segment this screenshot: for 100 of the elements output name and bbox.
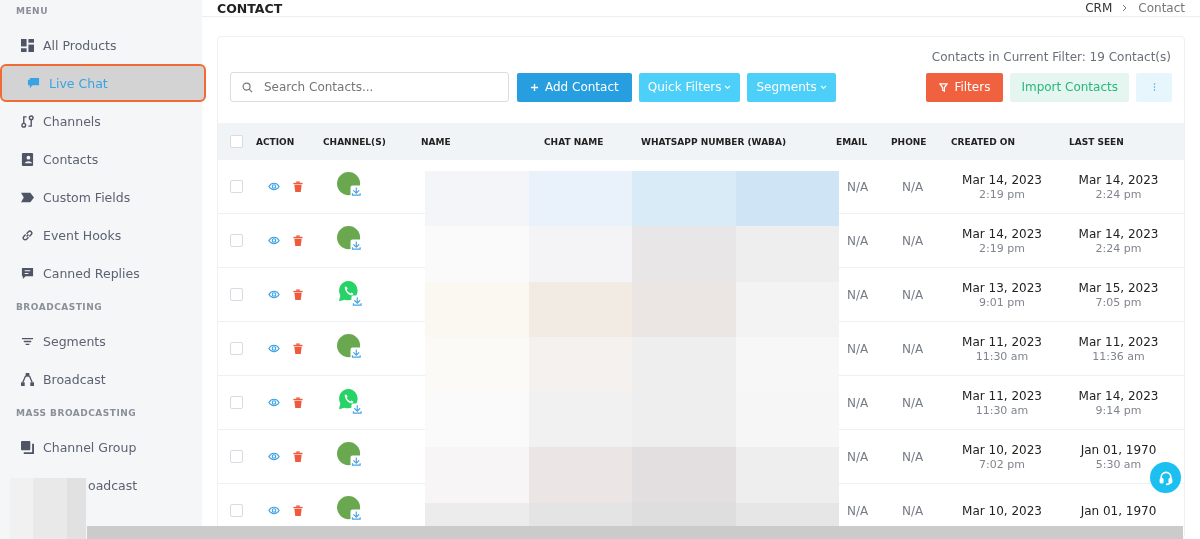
sidebar-item[interactable]: Broadcast xyxy=(0,360,202,398)
funnel-icon xyxy=(939,82,949,92)
sidebar-item[interactable]: Segments xyxy=(0,322,202,360)
column-header: PHONE xyxy=(891,136,928,147)
grid-icon xyxy=(21,38,34,52)
contact-count: Contacts in Current Filter: 19 Contact(s) xyxy=(930,49,1172,64)
link-icon xyxy=(21,228,34,242)
eye-icon[interactable] xyxy=(268,397,280,408)
trash-icon[interactable] xyxy=(292,505,304,516)
column-header: CHANNEL(S) xyxy=(323,136,387,147)
avatar-channel-icon xyxy=(337,496,364,523)
sidebar-item[interactable]: Channels xyxy=(0,102,202,140)
column-header: NAME xyxy=(421,136,452,147)
avatar-channel-icon xyxy=(337,334,364,361)
row-checkbox[interactable] xyxy=(230,450,243,463)
headset-icon xyxy=(1157,469,1174,486)
phone-cell-text: N/A xyxy=(901,287,925,302)
whatsapp-channel-icon xyxy=(337,388,364,415)
eye-icon[interactable] xyxy=(268,343,280,354)
search-field[interactable]: Search Contacts... xyxy=(230,72,509,102)
support-button[interactable] xyxy=(1150,462,1181,493)
sidebar-item[interactable]: Custom Fields xyxy=(0,178,202,216)
sidebar-item[interactable]: Event Hooks xyxy=(0,216,202,254)
phone-cell-text: N/A xyxy=(901,233,925,248)
row-checkbox[interactable] xyxy=(230,504,243,517)
select-all-checkbox[interactable] xyxy=(230,135,243,148)
created-time: 2:19 pm xyxy=(979,241,1025,255)
row-checkbox[interactable] xyxy=(230,342,243,355)
page-title: CONTACT xyxy=(217,0,283,16)
last-seen-time: 7:05 pm xyxy=(1095,295,1142,309)
chevron-right-icon xyxy=(1122,4,1129,12)
last-seen-time: 9:14 pm xyxy=(1095,403,1142,417)
column-header: LAST SEEN xyxy=(1069,136,1125,147)
eye-icon[interactable] xyxy=(268,235,280,246)
email-cell-text: N/A xyxy=(846,179,870,194)
created-date: Mar 10, 2023 xyxy=(962,503,1042,518)
created-time: 9:01 pm xyxy=(979,295,1025,309)
column-header: WHATSAPP NUMBER (WABA) xyxy=(641,136,788,147)
message-icon xyxy=(21,266,34,280)
search-icon xyxy=(242,82,253,93)
avatar-channel-icon xyxy=(337,442,364,469)
last-seen-date: Jan 01, 1970 xyxy=(1080,503,1157,518)
sidebar-item[interactable]: All Products xyxy=(0,26,202,64)
phone-cell-text: N/A xyxy=(901,395,925,410)
breadcrumb-item[interactable]: CRM xyxy=(1085,1,1113,15)
plus-icon xyxy=(530,82,539,92)
caret-icon xyxy=(819,84,827,90)
last-seen-date: Mar 14, 2023 xyxy=(1078,172,1159,187)
section-heading: MASS BROADCASTING xyxy=(15,407,138,420)
row-checkbox[interactable] xyxy=(230,396,243,409)
avatar-channel-icon xyxy=(337,226,364,253)
caret-icon xyxy=(724,84,732,90)
created-time: 11:30 am xyxy=(975,349,1029,363)
phone-cell-text: N/A xyxy=(901,449,925,464)
sidebar-item[interactable]: oadcast xyxy=(0,466,202,504)
eye-icon[interactable] xyxy=(268,289,280,300)
eye-icon[interactable] xyxy=(268,505,280,516)
row-checkbox[interactable] xyxy=(230,234,243,247)
phone-cell-text: N/A xyxy=(901,341,925,356)
trash-icon[interactable] xyxy=(292,235,304,246)
eye-icon[interactable] xyxy=(268,451,280,462)
last-seen-time: 2:24 pm xyxy=(1095,241,1142,255)
chat-icon xyxy=(27,76,40,90)
add-contact-button[interactable]: Add Contact xyxy=(517,72,632,102)
row-checkbox[interactable] xyxy=(230,288,243,301)
last-seen-time: 11:36 am xyxy=(1092,349,1145,363)
created-date: Mar 11, 2023 xyxy=(962,334,1042,349)
filters-button[interactable]: Filters xyxy=(926,72,1004,102)
column-header: CREATED ON xyxy=(951,136,1017,147)
created-time: 2:19 pm xyxy=(979,187,1025,201)
trash-icon[interactable] xyxy=(292,397,304,408)
sidebar-item[interactable]: Channel Group xyxy=(0,428,202,466)
last-seen-date: Mar 15, 2023 xyxy=(1078,280,1159,295)
stack-icon xyxy=(21,440,34,454)
trash-icon[interactable] xyxy=(292,451,304,462)
last-seen-date: Mar 11, 2023 xyxy=(1078,334,1159,349)
created-date: Mar 10, 2023 xyxy=(962,442,1042,457)
swap-icon xyxy=(21,114,34,128)
row-checkbox[interactable] xyxy=(230,180,243,193)
whatsapp-channel-icon xyxy=(337,280,364,307)
last-seen-date: Mar 14, 2023 xyxy=(1078,226,1159,241)
column-header: CHAT NAME xyxy=(544,136,605,147)
created-date: Mar 14, 2023 xyxy=(962,226,1042,241)
created-date: Mar 13, 2023 xyxy=(962,280,1042,295)
section-heading: BROADCASTING xyxy=(15,301,104,314)
phone-cell-text: N/A xyxy=(901,503,925,518)
email-cell-text: N/A xyxy=(846,503,870,518)
email-cell-text: N/A xyxy=(846,449,870,464)
email-cell-text: N/A xyxy=(846,233,870,248)
sidebar-item[interactable]: Canned Replies xyxy=(0,254,202,292)
breadcrumb-item: Contact xyxy=(1138,1,1185,15)
trash-icon[interactable] xyxy=(292,289,304,300)
eye-icon[interactable] xyxy=(268,181,280,192)
email-cell-text: N/A xyxy=(846,287,870,302)
email-cell-text: N/A xyxy=(846,341,870,356)
sidebar-item[interactable]: Contacts xyxy=(0,140,202,178)
last-seen-date: Mar 14, 2023 xyxy=(1078,388,1159,403)
trash-icon[interactable] xyxy=(292,343,304,354)
horizontal-scrollbar[interactable] xyxy=(87,526,1183,539)
trash-icon[interactable] xyxy=(292,181,304,192)
